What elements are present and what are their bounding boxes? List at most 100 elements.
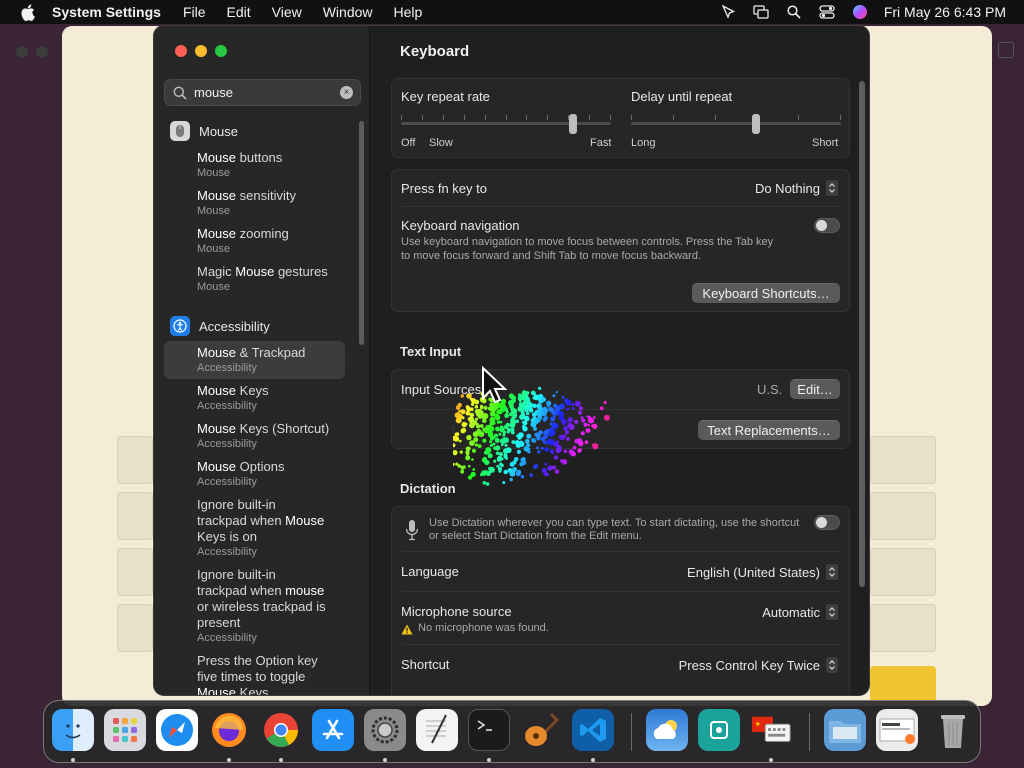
sidebar-item-mouse-keys-shortcut[interactable]: Mouse Keys (Shortcut) Accessibility (197, 421, 347, 451)
menu-file[interactable]: File (183, 4, 206, 20)
control-center-icon[interactable] (817, 4, 837, 20)
spray-dot (465, 422, 468, 426)
menu-window[interactable]: Window (323, 4, 373, 20)
sidebar-group-mouse[interactable]: Mouse (170, 121, 238, 141)
slider-tick (631, 115, 632, 120)
background-key (870, 436, 936, 484)
spray-dot (493, 446, 497, 450)
launchpad-icon[interactable] (104, 709, 146, 751)
terminal-icon[interactable] (468, 709, 510, 751)
frame-app-icon[interactable] (698, 709, 740, 751)
spray-dot (465, 455, 471, 461)
spray-dot (460, 409, 466, 415)
spray-dot (571, 407, 575, 410)
menu-bar: System Settings File Edit View Window He… (0, 0, 1024, 24)
sidebar-item-mouse-zooming[interactable]: Mouse zooming Mouse (197, 226, 347, 256)
spray-dot (505, 426, 509, 430)
zoom-window-button[interactable] (215, 45, 227, 57)
spray-dot (512, 460, 517, 465)
trash-icon[interactable] (932, 709, 974, 751)
sidebar-item-option-five-times[interactable]: Press the Option key five times to toggl… (197, 653, 347, 695)
downloads-folder-icon[interactable] (824, 709, 866, 751)
sidebar-item-sub: Accessibility (197, 546, 257, 558)
sidebar-item-magic-mouse-gestures[interactable]: Magic Mouse gestures Mouse (197, 264, 347, 294)
edit-input-sources-button[interactable]: Edit… (790, 379, 840, 399)
textedit-icon[interactable] (416, 709, 458, 751)
search-field[interactable]: × (164, 79, 361, 106)
key-repeat-slider[interactable] (401, 114, 611, 134)
spray-dot (554, 469, 560, 474)
system-settings-icon[interactable] (364, 709, 406, 751)
spray-dot (567, 417, 573, 423)
minimize-window-button[interactable] (195, 45, 207, 57)
spray-dot (537, 450, 541, 454)
spray-dot (522, 424, 526, 429)
spray-dot (489, 443, 493, 447)
clear-search-icon[interactable]: × (340, 86, 353, 99)
menu-view[interactable]: View (272, 4, 302, 20)
vscode-icon[interactable] (572, 709, 614, 751)
spray-dot (505, 457, 508, 460)
spray-dot (518, 404, 524, 410)
sidebar-item-mouse-sensitivity[interactable]: Mouse sensitivity Mouse (197, 188, 347, 218)
spray-dot (603, 400, 607, 405)
keyboard-shortcuts-button[interactable]: Keyboard Shortcuts… (692, 283, 840, 303)
spray-dot (466, 406, 472, 412)
slider-thumb[interactable] (752, 114, 760, 134)
slider-thumb[interactable] (569, 114, 577, 134)
spray-dot (592, 443, 599, 450)
text-replacements-button[interactable]: Text Replacements… (698, 420, 840, 440)
garageband-icon[interactable] (520, 709, 562, 751)
pen-tool-icon[interactable] (718, 4, 738, 20)
siri-icon[interactable] (850, 4, 870, 20)
language-popup[interactable]: English (United States) (687, 564, 838, 580)
sidebar-item-mouse-trackpad[interactable]: Mouse & Trackpad Accessibility (197, 345, 347, 375)
sidebar-item-mouse-keys[interactable]: Mouse Keys Accessibility (197, 383, 347, 413)
spray-dot (501, 443, 504, 447)
spray-dot (471, 448, 477, 453)
safari-icon[interactable] (156, 709, 198, 751)
weather-icon[interactable] (646, 709, 688, 751)
keyboard-navigation-toggle[interactable] (814, 218, 840, 233)
spray-dot (472, 431, 479, 438)
mouse-pointer-icon (482, 366, 507, 404)
shortcut-popup[interactable]: Press Control Key Twice (679, 657, 838, 673)
apple-menu-icon[interactable] (18, 3, 36, 21)
app-store-icon[interactable] (312, 709, 354, 751)
sidebar-item-ignore-trackpad-mouse-present[interactable]: Ignore built-in trackpad when mouse or w… (197, 567, 347, 645)
spray-dot (493, 459, 497, 463)
dictation-toggle[interactable] (814, 515, 840, 530)
spray-dot (559, 411, 564, 417)
search-input[interactable] (194, 85, 334, 100)
chrome-icon[interactable] (260, 709, 302, 751)
finder-icon[interactable] (52, 709, 94, 751)
spray-dot (523, 404, 529, 411)
preview-window-icon[interactable] (876, 709, 918, 751)
input-method-icon[interactable]: ★ (750, 709, 792, 751)
spray-dot (506, 430, 510, 434)
spray-dot (489, 426, 495, 432)
sidebar-item-mouse-buttons[interactable]: Mouse buttons Mouse (197, 150, 347, 180)
firefox-icon[interactable] (208, 709, 250, 751)
menu-edit[interactable]: Edit (227, 4, 251, 20)
sidebar-item-sub: Accessibility (197, 362, 257, 374)
screen-mirroring-icon[interactable] (751, 4, 771, 20)
menu-help[interactable]: Help (394, 4, 423, 20)
sidebar-group-accessibility[interactable]: Accessibility (170, 316, 270, 336)
menu-app-name[interactable]: System Settings (52, 4, 161, 20)
delay-repeat-slider[interactable] (631, 114, 841, 134)
close-window-button[interactable] (175, 45, 187, 57)
spray-dot (477, 444, 482, 448)
dictation-heading: Dictation (400, 481, 456, 496)
sidebar-item-ignore-trackpad-mouse-keys[interactable]: Ignore built-in trackpad when Mouse Keys… (197, 497, 347, 559)
spray-dot (563, 426, 568, 431)
sidebar-item-mouse-options[interactable]: Mouse Options Accessibility (197, 459, 347, 489)
menu-clock[interactable]: Fri May 26 6:43 PM (884, 4, 1006, 20)
fn-key-popup[interactable]: Do Nothing (755, 180, 838, 196)
spray-dot (510, 395, 516, 401)
content-scrollbar[interactable] (859, 81, 865, 587)
spotlight-search-icon[interactable] (784, 4, 804, 20)
slider-tick (485, 115, 486, 120)
microphone-source-popup[interactable]: Automatic (762, 604, 838, 620)
sidebar-scrollbar[interactable] (359, 121, 364, 345)
